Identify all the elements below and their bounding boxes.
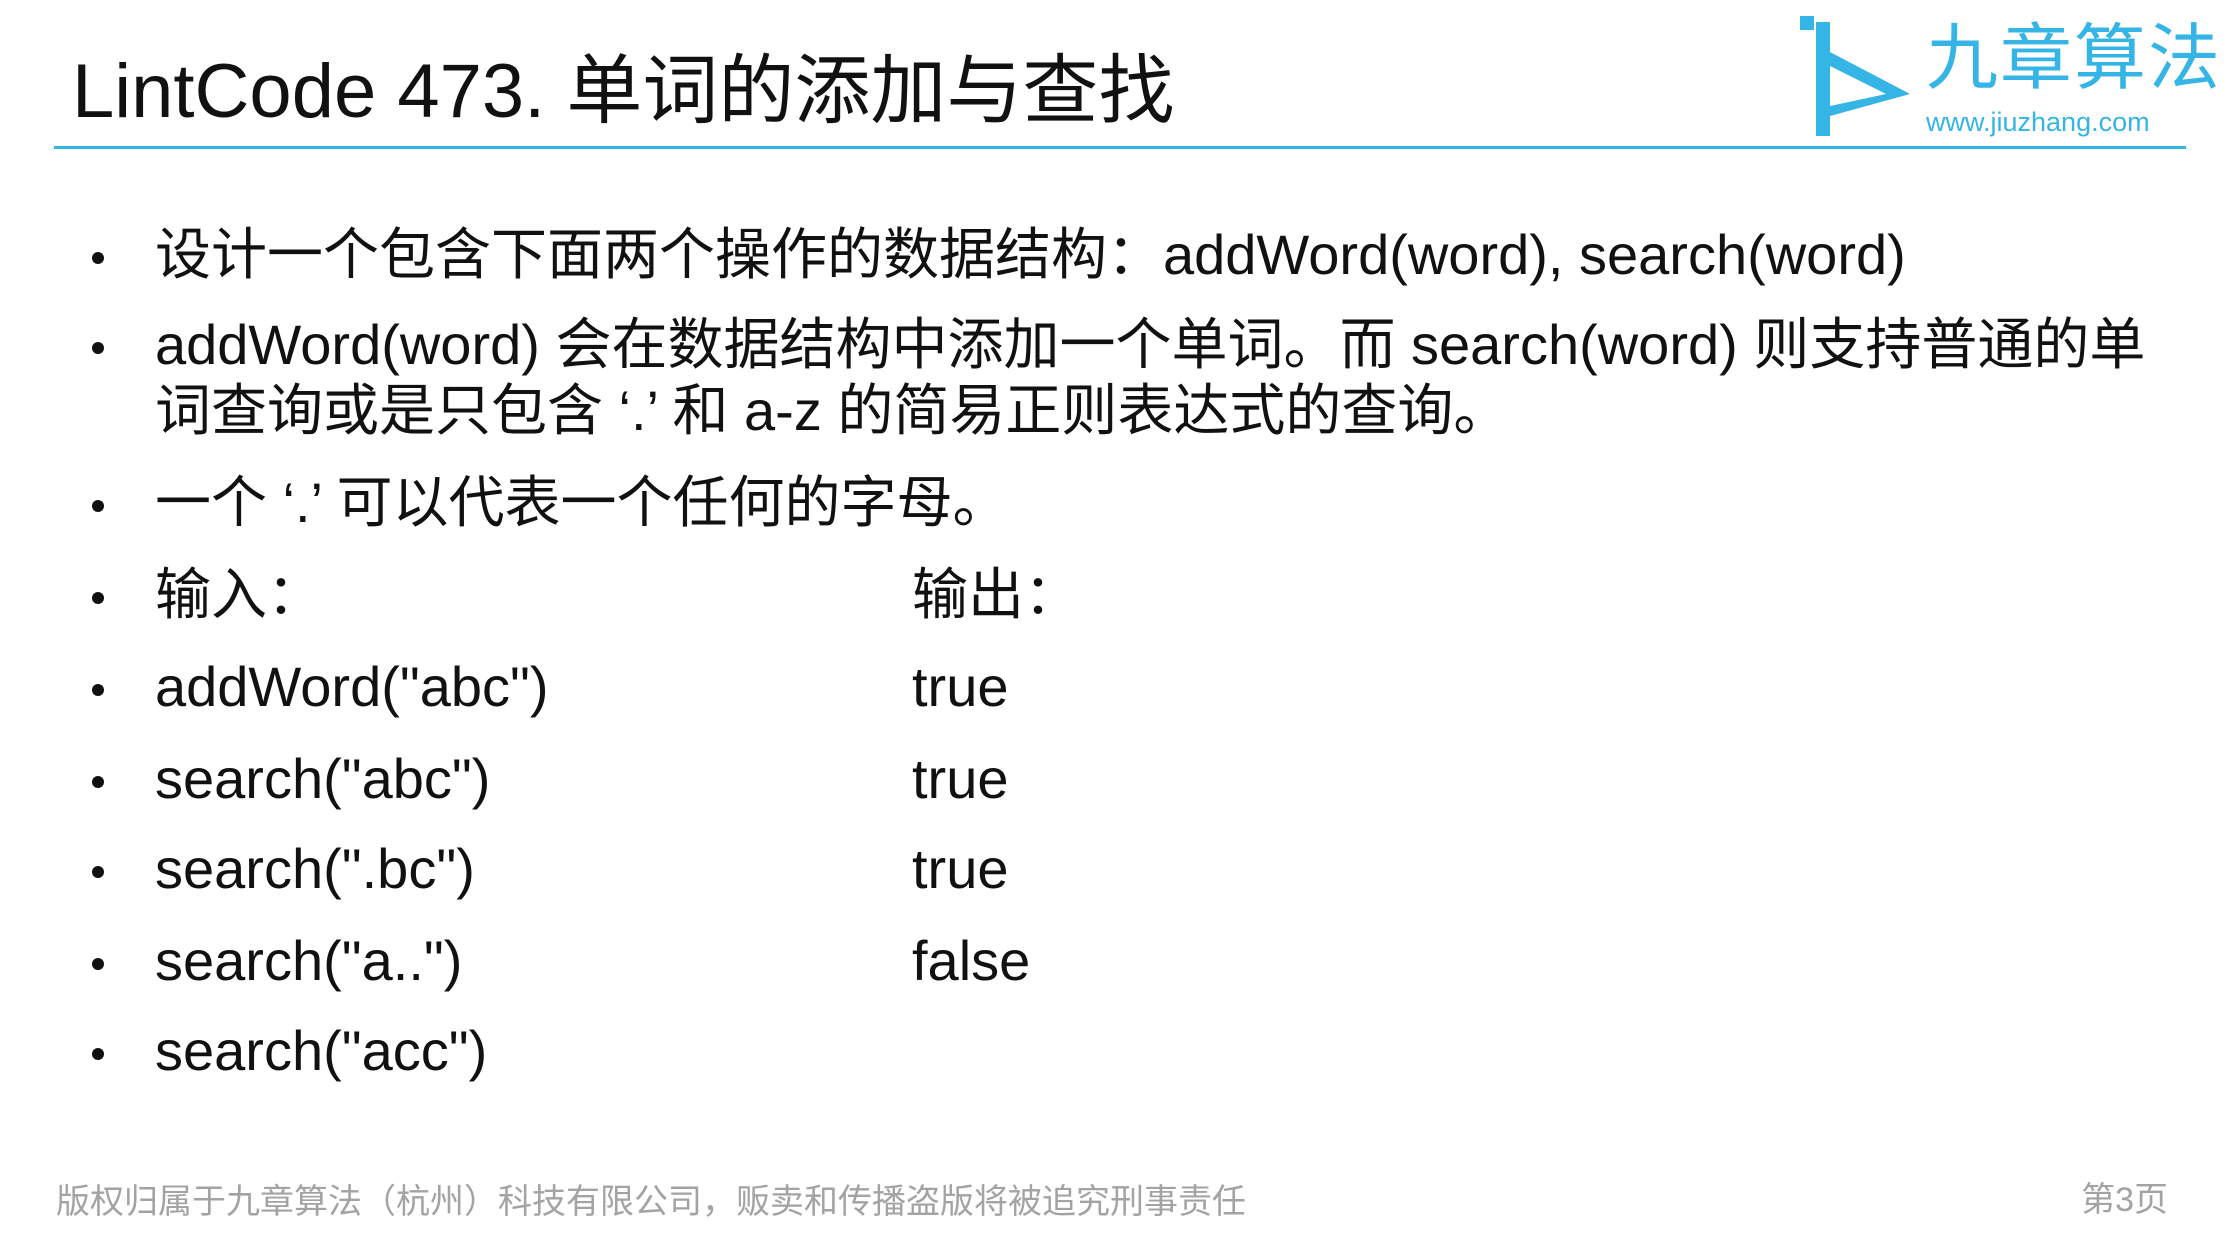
bullet-dot xyxy=(92,684,104,696)
bullet-dot xyxy=(92,592,104,604)
jiuzhang-logo: 九章算法 www.jiuzhang.com xyxy=(1790,12,2220,138)
bullet-dot xyxy=(92,500,104,512)
bullet-dot xyxy=(92,342,104,354)
slide-title: LintCode 473. 单词的添加与查找 xyxy=(72,49,1175,134)
input-header: 输入： xyxy=(155,563,323,626)
output-value: false xyxy=(912,929,1031,992)
input-code: search("abc") xyxy=(155,747,491,810)
input-code: search("a..") xyxy=(155,929,463,992)
input-code: search(".bc") xyxy=(155,837,475,900)
input-code: addWord("abc") xyxy=(155,655,549,718)
bullet-text: 一个 ‘.’ 可以代表一个任何的字母。 xyxy=(155,471,1009,534)
logo-wordmark: 九章算法 xyxy=(1926,19,2223,99)
copyright-notice: 版权归属于九章算法（杭州）科技有限公司，贩卖和传播盗版将被追究刑事责任 xyxy=(56,1183,1246,1221)
bullet-dot xyxy=(92,866,104,878)
bullet-dot xyxy=(92,1048,104,1060)
page-number: 第3页 xyxy=(2081,1181,2168,1219)
bullet-dot xyxy=(92,776,104,788)
bullet-dot xyxy=(92,252,104,264)
logo-url: www.jiuzhang.com xyxy=(1926,107,2150,137)
bullet-text-line2: 词查询或是只包含 ‘.’ 和 a-z 的简易正则表达式的查询。 xyxy=(155,379,1510,442)
output-value: true xyxy=(912,837,1009,900)
bullet-text-line1: addWord(word) 会在数据结构中添加一个单词。而 search(wor… xyxy=(155,313,2146,376)
bullet-text: 设计一个包含下面两个操作的数据结构：addWord(word), search(… xyxy=(155,223,1906,286)
output-header: 输出： xyxy=(912,563,1080,626)
bullet-dot xyxy=(92,958,104,970)
output-value: true xyxy=(912,655,1009,718)
output-value: true xyxy=(912,747,1009,810)
title-divider xyxy=(54,146,2186,149)
input-code: search("acc") xyxy=(155,1019,488,1082)
jiuzhang-logo-icon xyxy=(1800,16,1910,136)
